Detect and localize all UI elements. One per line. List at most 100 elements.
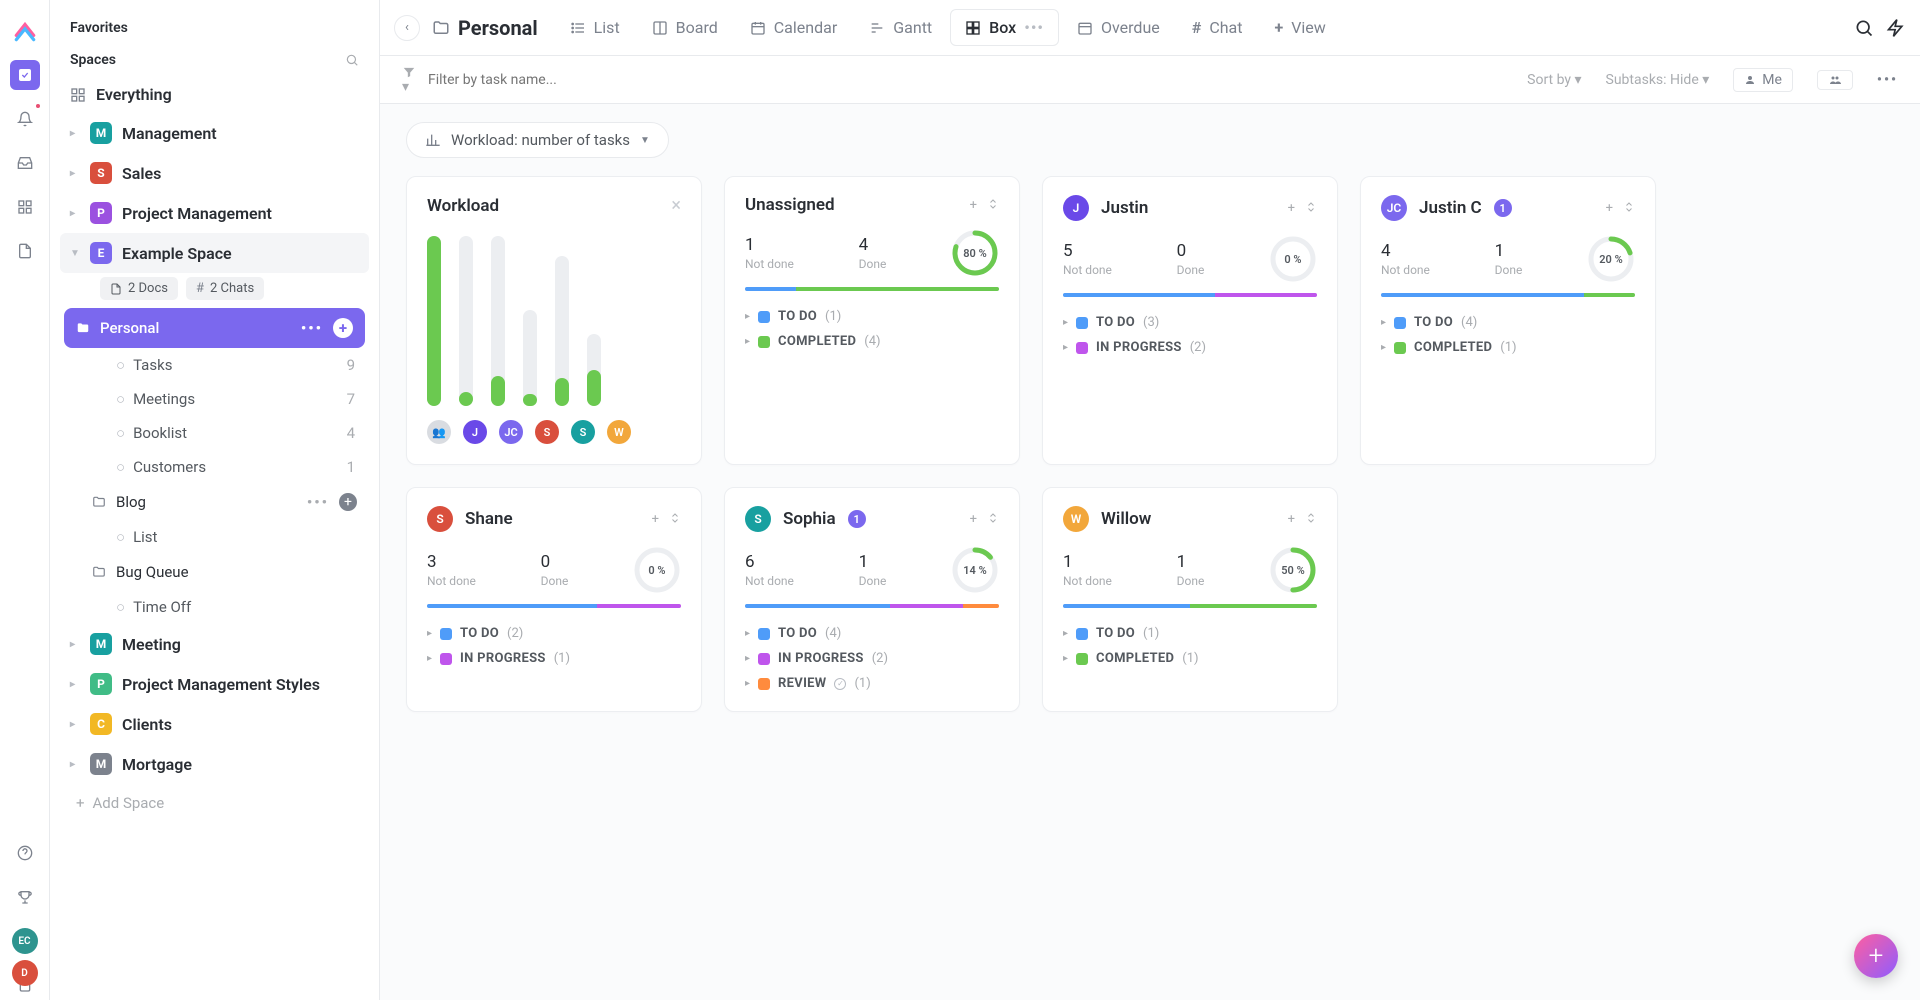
sidebar-space-sales[interactable]: ▸SSales: [60, 153, 369, 193]
avatar[interactable]: JC: [1381, 195, 1407, 221]
avatar[interactable]: S: [571, 420, 595, 444]
avatar[interactable]: 👥: [427, 420, 451, 444]
add-space-button[interactable]: +Add Space: [60, 784, 369, 822]
avatar[interactable]: W: [1063, 506, 1089, 532]
expand-icon[interactable]: [1623, 201, 1635, 216]
sidebar-space-project-management-styles[interactable]: ▸PProject Management Styles: [60, 664, 369, 704]
status-row[interactable]: ▸TO DO(1): [1063, 626, 1317, 641]
breadcrumb[interactable]: Personal: [432, 16, 538, 40]
tab-list[interactable]: List: [556, 10, 634, 45]
bolt-icon[interactable]: [1886, 18, 1906, 38]
list-booklist[interactable]: ○Booklist4: [116, 416, 369, 450]
subtasks-toggle[interactable]: Subtasks: Hide ▾: [1606, 72, 1710, 88]
add-icon[interactable]: +: [1606, 201, 1613, 216]
expand-icon[interactable]: [987, 512, 999, 527]
sidebar-space-example-space[interactable]: ▼EExample Space: [60, 233, 369, 273]
status-row[interactable]: ▸TO DO(4): [745, 626, 999, 641]
tab-chat[interactable]: #Chat: [1178, 10, 1257, 45]
count-badge: 1: [1494, 199, 1512, 217]
tab-board[interactable]: Board: [638, 10, 732, 45]
avatar[interactable]: JC: [499, 420, 523, 444]
sidebar-space-management[interactable]: ▸MManagement: [60, 113, 369, 153]
docs-icon[interactable]: [10, 236, 40, 266]
tab-overdue[interactable]: Overdue: [1063, 10, 1174, 45]
home-icon[interactable]: [10, 60, 40, 90]
add-icon[interactable]: +: [1288, 512, 1295, 527]
tab-calendar[interactable]: Calendar: [736, 10, 851, 45]
status-row[interactable]: ▸COMPLETED(1): [1381, 340, 1635, 355]
sidebar-space-clients[interactable]: ▸CClients: [60, 704, 369, 744]
list-blog-child[interactable]: ○List: [60, 520, 369, 554]
everything-item[interactable]: Everything: [60, 76, 369, 113]
expand-icon[interactable]: [1305, 512, 1317, 527]
add-view-button[interactable]: +View: [1260, 10, 1339, 45]
list-time-off[interactable]: ○Time Off: [60, 590, 369, 624]
expand-icon[interactable]: [1305, 201, 1317, 216]
progress-bar: [1063, 604, 1317, 608]
status-row[interactable]: ▸REVIEW✓(1): [745, 676, 999, 691]
sidebar-space-meeting[interactable]: ▸MMeeting: [60, 624, 369, 664]
logo-icon[interactable]: [10, 16, 40, 46]
more-options[interactable]: •••: [1877, 72, 1898, 88]
avatar[interactable]: S: [427, 506, 453, 532]
notifications-icon[interactable]: [10, 104, 40, 134]
sidebar-space-mortgage[interactable]: ▸MMortgage: [60, 744, 369, 784]
expand-icon[interactable]: [987, 198, 999, 213]
avatar[interactable]: W: [607, 420, 631, 444]
list-meetings[interactable]: ○Meetings7: [116, 382, 369, 416]
more-icon[interactable]: •••: [301, 319, 323, 337]
filter-icon[interactable]: ▾: [402, 65, 416, 95]
list-tasks[interactable]: ○Tasks9: [116, 348, 369, 382]
status-row[interactable]: ▸TO DO(4): [1381, 315, 1635, 330]
chats-pill[interactable]: #2 Chats: [186, 277, 264, 300]
workload-card: Workload× 👥JJCSSW: [406, 176, 702, 465]
assignees-filter[interactable]: [1817, 70, 1853, 90]
trophy-icon[interactable]: [10, 882, 40, 912]
sidebar-folder-personal[interactable]: Personal •••+: [64, 308, 365, 348]
filter-input[interactable]: [428, 72, 728, 88]
more-icon[interactable]: •••: [307, 493, 329, 511]
add-icon[interactable]: +: [970, 198, 977, 213]
folder-bug-queue[interactable]: Bug Queue: [60, 554, 369, 590]
avatar[interactable]: J: [1063, 195, 1089, 221]
me-filter[interactable]: Me: [1733, 68, 1793, 92]
search-icon[interactable]: [345, 53, 359, 67]
avatar[interactable]: S: [535, 420, 559, 444]
user-avatar-1[interactable]: EC: [12, 928, 38, 954]
person-card-sophia: SSophia1+ 6Not done1Done14 % ▸TO DO(4)▸I…: [724, 487, 1020, 712]
expand-icon[interactable]: [669, 512, 681, 527]
close-icon[interactable]: ×: [671, 195, 681, 216]
workload-chart: [427, 236, 681, 406]
status-row[interactable]: ▸IN PROGRESS(2): [745, 651, 999, 666]
add-icon[interactable]: +: [333, 318, 353, 338]
workload-selector[interactable]: Workload: number of tasks ▼: [406, 122, 669, 158]
tab-gantt[interactable]: Gantt: [855, 10, 946, 45]
docs-pill[interactable]: 2 Docs: [100, 277, 178, 300]
status-row[interactable]: ▸TO DO(3): [1063, 315, 1317, 330]
apps-icon[interactable]: [10, 192, 40, 222]
help-icon[interactable]: [10, 838, 40, 868]
tab-box[interactable]: Box•••: [950, 9, 1059, 46]
avatar[interactable]: J: [463, 420, 487, 444]
status-row[interactable]: ▸TO DO(2): [427, 626, 681, 641]
sidebar-space-project-management[interactable]: ▸PProject Management: [60, 193, 369, 233]
sort-by-button[interactable]: Sort by ▾: [1527, 72, 1581, 88]
favorites-header[interactable]: Favorites: [60, 12, 369, 44]
back-button[interactable]: ‹: [394, 15, 420, 41]
list-customers[interactable]: ○Customers1: [116, 450, 369, 484]
add-icon[interactable]: +: [970, 512, 977, 527]
add-icon[interactable]: +: [652, 512, 659, 527]
status-row[interactable]: ▸IN PROGRESS(2): [1063, 340, 1317, 355]
inbox-icon[interactable]: [10, 148, 40, 178]
user-avatar-2[interactable]: D: [12, 960, 38, 986]
add-icon[interactable]: +: [339, 493, 357, 511]
add-icon[interactable]: +: [1288, 201, 1295, 216]
avatar[interactable]: S: [745, 506, 771, 532]
status-row[interactable]: ▸COMPLETED(1): [1063, 651, 1317, 666]
status-row[interactable]: ▸TO DO(1): [745, 309, 999, 324]
folder-blog[interactable]: Blog •••+: [60, 484, 369, 520]
create-fab[interactable]: +: [1854, 934, 1898, 978]
search-icon[interactable]: [1854, 18, 1874, 38]
status-row[interactable]: ▸IN PROGRESS(1): [427, 651, 681, 666]
status-row[interactable]: ▸COMPLETED(4): [745, 334, 999, 349]
